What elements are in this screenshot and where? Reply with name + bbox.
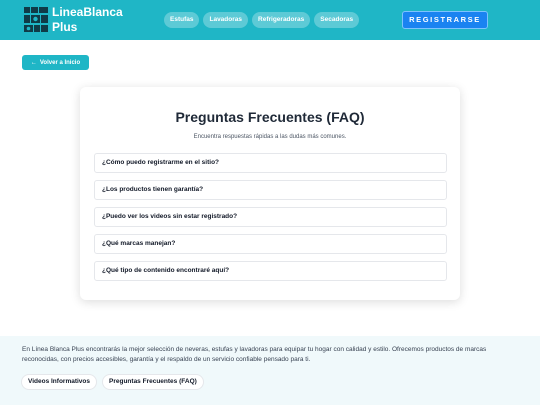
site-header: LineaBlanca Plus Estufas Lavadoras Refri… <box>0 0 540 40</box>
faq-list: ¿Cómo puedo registrarme en el sitio? ¿Lo… <box>94 153 447 288</box>
faq-question-videos[interactable]: ¿Puedo ver los videos sin estar registra… <box>94 207 447 227</box>
nav-item-refrigeradoras[interactable]: Refrigeradoras <box>252 12 311 28</box>
nav-item-secadoras[interactable]: Secadoras <box>314 12 360 28</box>
faq-title: Preguntas Frecuentes (FAQ) <box>175 109 365 125</box>
faq-question-content[interactable]: ¿Qué tipo de contenido encontraré aquí? <box>94 261 447 281</box>
footer-description: En Línea Blanca Plus encontrarás la mejo… <box>22 346 487 363</box>
register-button[interactable]: REGISTRARSE <box>402 11 488 29</box>
nav-item-estufas[interactable]: Estufas <box>164 12 200 28</box>
back-to-home-button[interactable]: ← Volver a Inicio <box>22 55 89 70</box>
faq-question-register[interactable]: ¿Cómo puedo registrarme en el sitio? <box>94 153 447 173</box>
faq-question-brands[interactable]: ¿Qué marcas manejan? <box>94 234 447 254</box>
faq-subtitle: Encuentra respuestas rápidas a las dudas… <box>193 134 347 140</box>
appliances-logo-icon[interactable] <box>23 6 49 33</box>
faq-card: Preguntas Frecuentes (FAQ) Encuentra res… <box>80 87 460 300</box>
back-button-label: Volver a Inicio <box>39 59 81 66</box>
brand-name[interactable]: LineaBlanca Plus <box>52 5 132 35</box>
footer-links: Videos Informativos Preguntas Frecuentes… <box>21 374 204 390</box>
nav-item-lavadoras[interactable]: Lavadoras <box>203 12 249 28</box>
site-footer: En Línea Blanca Plus encontrarás la mejo… <box>0 336 540 405</box>
faq-question-warranty[interactable]: ¿Los productos tienen garantía? <box>94 180 447 200</box>
main-nav: Estufas Lavadoras Refrigeradoras Secador… <box>164 12 360 28</box>
arrow-left-icon: ← <box>30 59 37 66</box>
footer-link-videos[interactable]: Videos Informativos <box>21 374 98 390</box>
footer-link-faq[interactable]: Preguntas Frecuentes (FAQ) <box>102 374 204 390</box>
